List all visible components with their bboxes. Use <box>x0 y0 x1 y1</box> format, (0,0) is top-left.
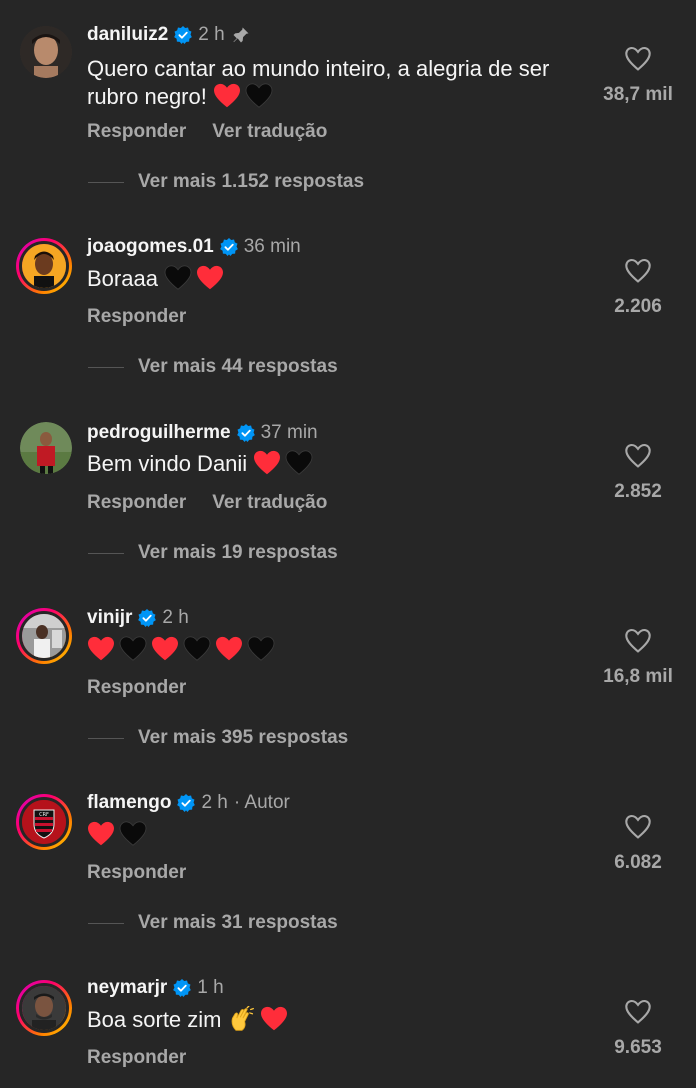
view-replies-button[interactable]: Ver mais 31 respostas <box>88 912 338 934</box>
view-replies-button[interactable]: Ver mais 44 respostas <box>88 356 338 378</box>
like-button[interactable]: 16,8 mil <box>598 628 678 688</box>
avatar[interactable] <box>20 422 72 474</box>
heart-outline-icon <box>625 628 651 653</box>
black-heart-emoji-icon <box>119 821 147 846</box>
comments-list: daniluiz2 2 h Quero cantar ao mundo inte… <box>0 0 696 1088</box>
reply-button[interactable]: Responder <box>87 1047 186 1068</box>
comment-text: Quero cantar ao mundo inteiro, a alegria… <box>87 55 597 111</box>
red-heart-emoji-icon <box>152 636 178 661</box>
comment-text: Boraaa <box>87 265 597 293</box>
divider <box>88 922 124 924</box>
divider <box>88 552 124 554</box>
comment-time: 37 min <box>260 422 318 443</box>
black-heart-emoji-icon <box>247 636 275 661</box>
red-heart-emoji-icon <box>88 636 114 661</box>
comment-username[interactable]: vinijr <box>87 607 132 629</box>
reply-button[interactable]: Responder <box>87 492 186 513</box>
comment-username[interactable]: flamengo <box>87 792 171 814</box>
black-heart-emoji-icon <box>285 450 313 475</box>
divider <box>88 366 124 368</box>
avatar[interactable] <box>20 26 72 78</box>
comment-body: Boraaa <box>87 266 158 291</box>
avatar[interactable]: CRF <box>16 794 72 850</box>
like-button[interactable]: 6.082 <box>598 814 678 874</box>
comment-username[interactable]: joaogomes.01 <box>87 236 214 258</box>
verified-badge-icon <box>219 238 238 256</box>
heart-outline-icon <box>625 46 651 71</box>
comment-text <box>87 821 597 849</box>
clapping-hands-emoji-icon <box>231 1006 254 1031</box>
translate-button[interactable]: Ver tradução <box>212 492 327 513</box>
view-replies-label: Ver mais 395 respostas <box>138 727 349 748</box>
reply-button[interactable]: Responder <box>87 306 186 327</box>
comment-username[interactable]: daniluiz2 <box>87 24 168 46</box>
like-count: 6.082 <box>614 852 662 873</box>
red-heart-emoji-icon <box>88 821 114 846</box>
avatar[interactable] <box>16 608 72 664</box>
comment-time: 2 h <box>201 792 228 813</box>
comment-text: Bem vindo Danii <box>87 450 597 478</box>
heart-outline-icon <box>625 814 651 839</box>
heart-outline-icon <box>625 443 651 468</box>
comment-time: 2 h <box>162 607 189 628</box>
comment-text: Boa sorte zim <box>87 1006 597 1034</box>
avatar[interactable] <box>16 980 72 1036</box>
red-heart-emoji-icon <box>260 1006 287 1031</box>
reply-button[interactable]: Responder <box>87 121 186 142</box>
view-replies-label: Ver mais 31 respostas <box>138 912 338 933</box>
comment-body: Boa sorte zim <box>87 1007 222 1032</box>
view-replies-button[interactable]: Ver mais 395 respostas <box>88 727 348 749</box>
comment-username[interactable]: pedroguilherme <box>87 422 231 444</box>
view-replies-label: Ver mais 19 respostas <box>138 542 338 563</box>
verified-badge-icon <box>177 794 196 812</box>
black-heart-emoji-icon <box>164 265 192 290</box>
red-heart-emoji-icon <box>197 265 224 290</box>
like-count: 2.206 <box>614 296 662 317</box>
black-heart-emoji-icon <box>245 83 273 108</box>
comment-body: Quero cantar ao mundo inteiro, a alegria… <box>87 56 550 109</box>
divider <box>88 181 124 183</box>
view-replies-button[interactable]: Ver mais 19 respostas <box>88 542 338 564</box>
reply-button[interactable]: Responder <box>87 862 186 883</box>
comment-time: 36 min <box>243 236 301 257</box>
heart-outline-icon <box>625 258 651 283</box>
view-replies-button[interactable]: Ver mais 1.152 respostas <box>88 171 364 193</box>
like-button[interactable]: 2.206 <box>598 258 678 318</box>
black-heart-emoji-icon <box>183 636 211 661</box>
red-heart-emoji-icon <box>254 450 281 475</box>
comment-body: Bem vindo Danii <box>87 451 248 476</box>
like-button[interactable]: 2.852 <box>598 443 678 503</box>
comment-time: 1 h <box>197 977 224 998</box>
pin-icon <box>233 27 249 43</box>
comment-time: 2 h <box>198 24 225 45</box>
like-count: 38,7 mil <box>603 84 673 105</box>
translate-button[interactable]: Ver tradução <box>212 121 327 142</box>
verified-badge-icon <box>138 609 157 627</box>
heart-outline-icon <box>625 999 651 1024</box>
reply-button[interactable]: Responder <box>87 677 186 698</box>
view-replies-label: Ver mais 44 respostas <box>138 356 338 377</box>
like-count: 9.653 <box>614 1037 662 1058</box>
verified-badge-icon <box>236 424 255 442</box>
red-heart-emoji-icon <box>213 83 240 108</box>
verified-badge-icon <box>173 979 192 997</box>
avatar[interactable] <box>16 238 72 294</box>
svg-text:CRF: CRF <box>39 812 49 818</box>
comment-username[interactable]: neymarjr <box>87 977 167 999</box>
divider <box>88 737 124 739</box>
verified-badge-icon <box>174 26 193 44</box>
like-button[interactable]: 38,7 mil <box>598 46 678 106</box>
author-tag: · Autor <box>233 792 290 813</box>
like-count: 2.852 <box>614 481 662 502</box>
view-replies-label: Ver mais 1.152 respostas <box>138 171 365 192</box>
red-heart-emoji-icon <box>216 636 242 661</box>
like-count: 16,8 mil <box>603 666 673 687</box>
comment-text <box>87 636 597 664</box>
black-heart-emoji-icon <box>119 636 147 661</box>
like-button[interactable]: 9.653 <box>598 999 678 1059</box>
